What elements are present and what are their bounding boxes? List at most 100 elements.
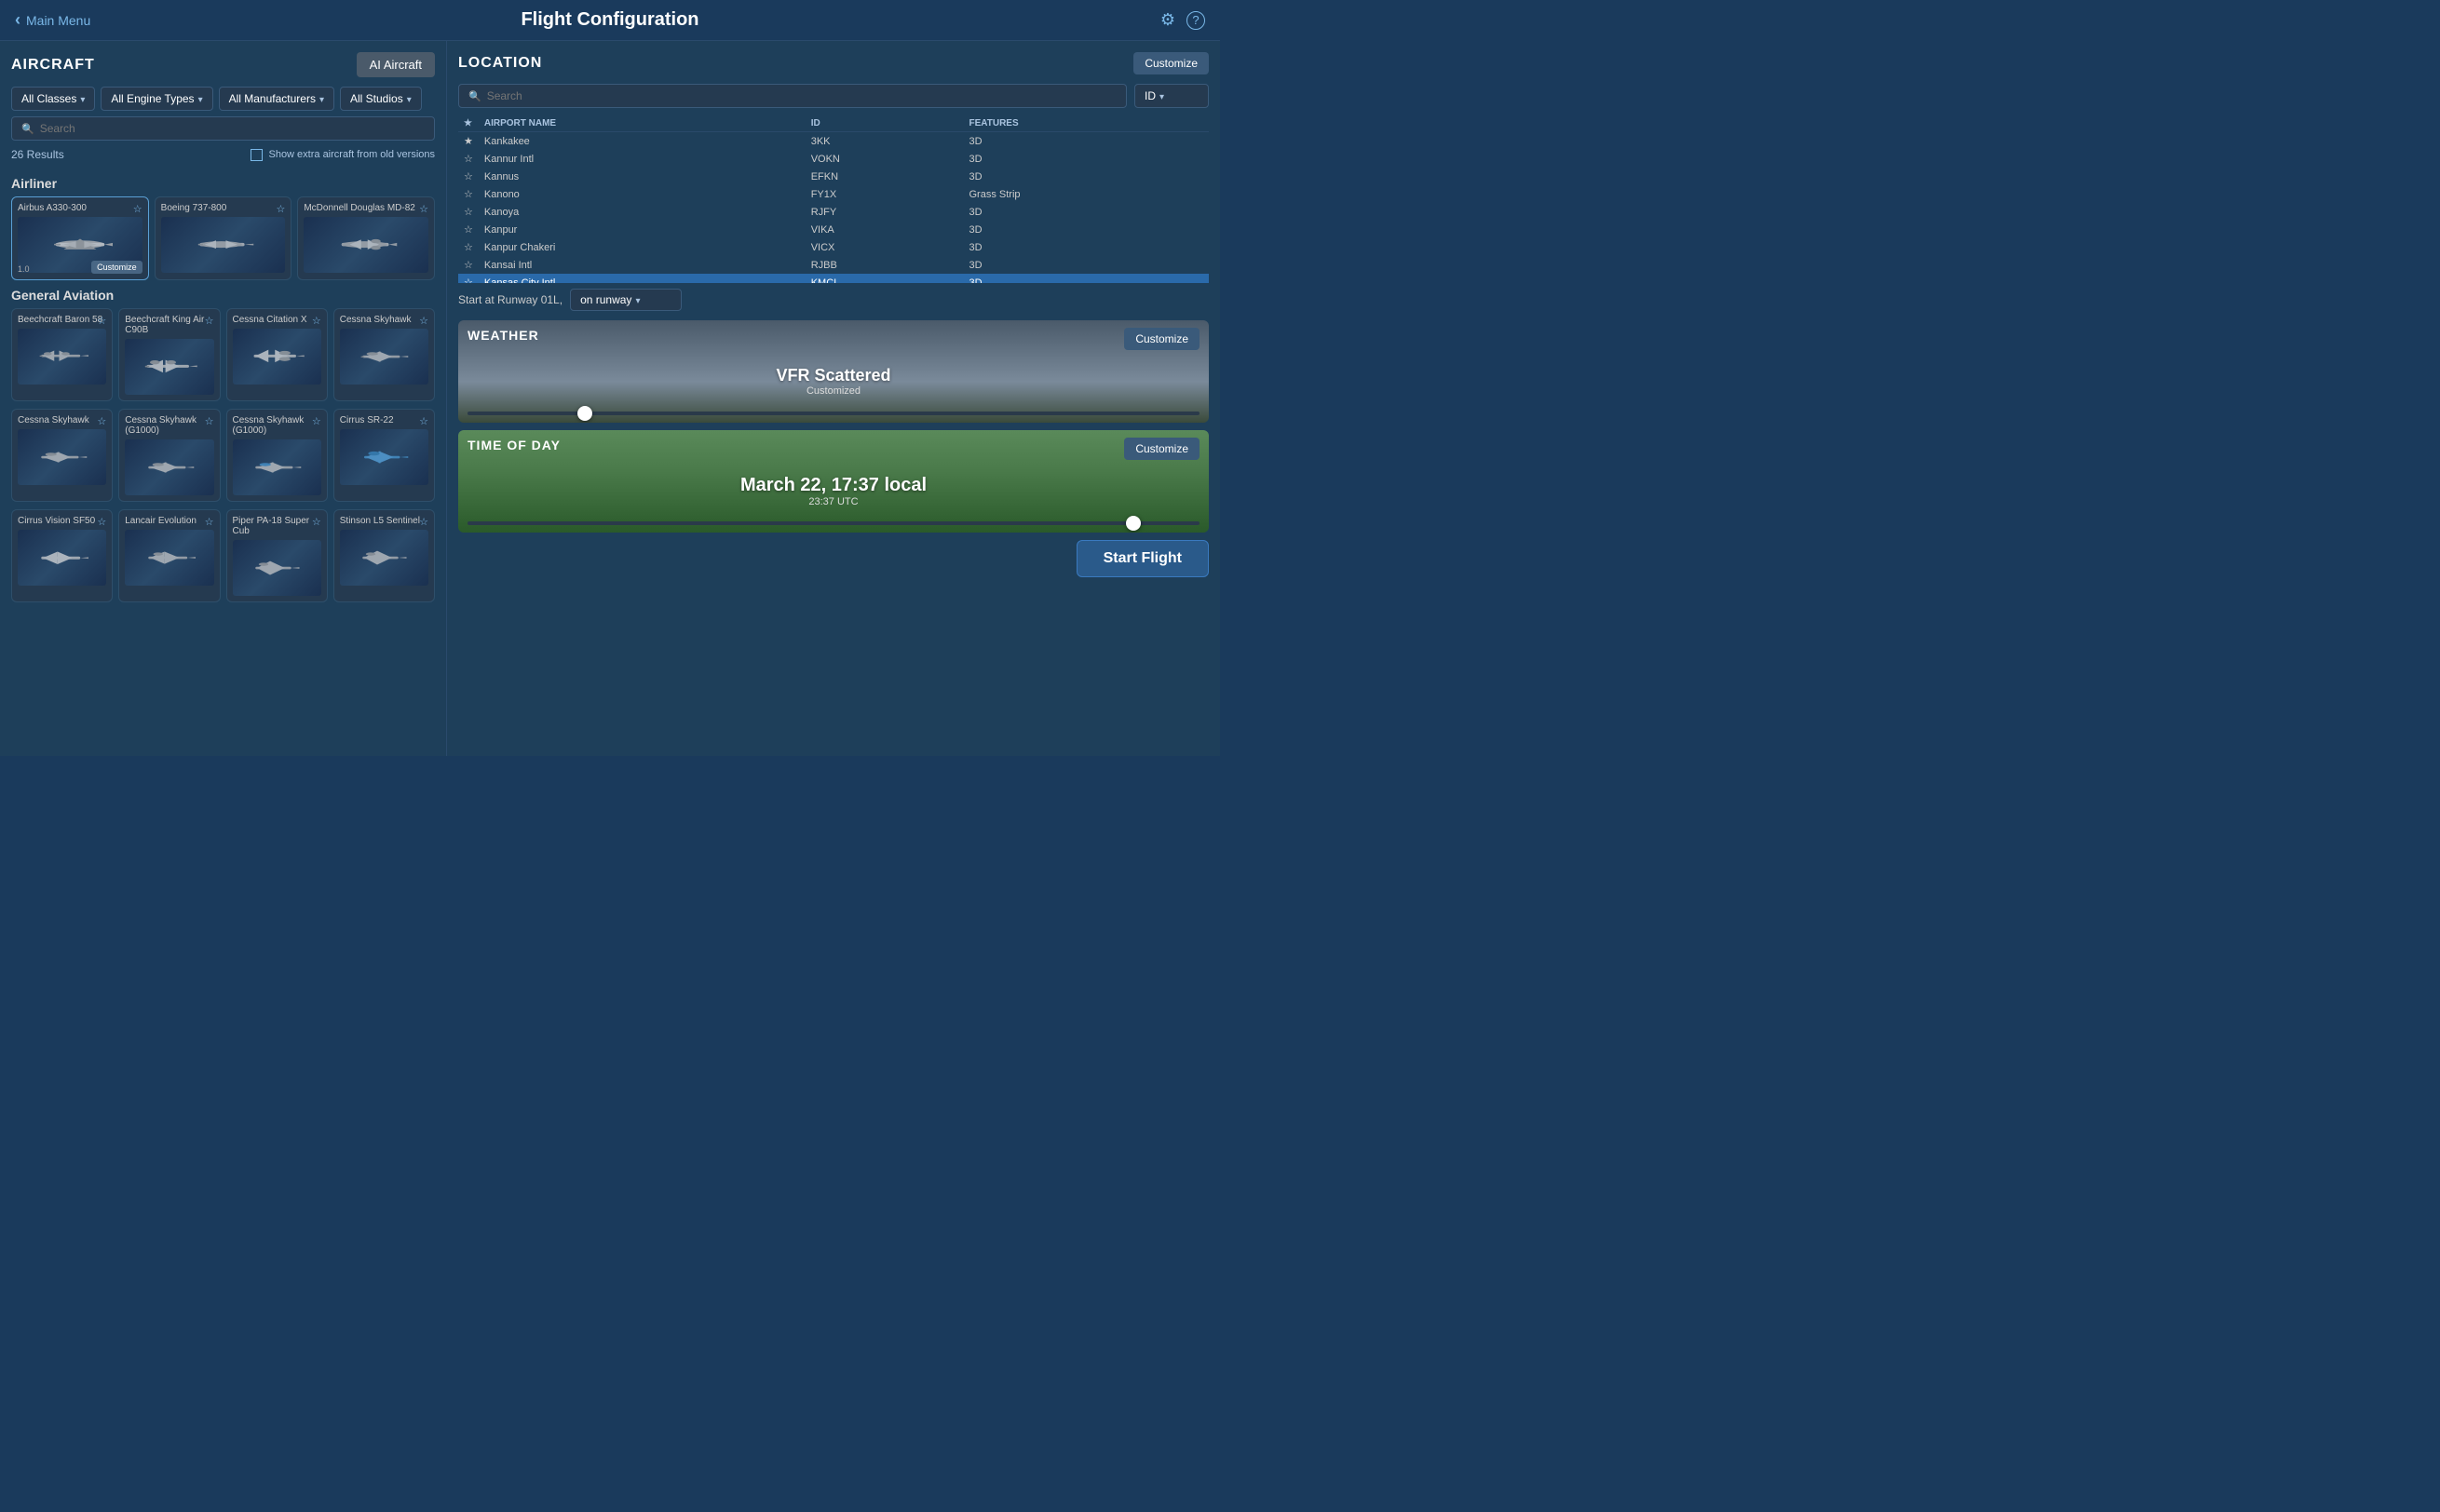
aircraft-card-piper-pa18[interactable]: Piper PA-18 Super Cub ☆ <box>226 509 328 602</box>
card-image <box>125 439 213 495</box>
engine-types-dropdown[interactable]: All Engine Types <box>101 87 212 111</box>
aircraft-panel-title: AIRCRAFT <box>11 57 95 74</box>
chevron-down-icon <box>198 92 203 105</box>
aircraft-card-stinson[interactable]: Stinson L5 Sentinel ☆ <box>333 509 435 602</box>
tod-slider[interactable] <box>468 521 1200 525</box>
aircraft-card-kingair[interactable]: Beechcraft King Air C90B <box>118 308 220 401</box>
favorite-icon[interactable]: ☆ <box>419 315 428 327</box>
runway-position-dropdown[interactable]: on runway <box>570 289 682 311</box>
aircraft-card-skyhawk-g1000-2[interactable]: Cessna Skyhawk (G1000) ☆ <box>226 409 328 502</box>
favorite-icon[interactable]: ☆ <box>312 415 321 427</box>
favorite-icon[interactable]: ☆ <box>97 315 106 327</box>
id-header: ID <box>806 115 964 132</box>
tod-slider-thumb[interactable] <box>1126 516 1141 531</box>
plane-illustration <box>47 226 113 263</box>
aircraft-card-skyhawk-2[interactable]: Cessna Skyhawk ☆ <box>11 409 113 502</box>
show-old-versions[interactable]: Show extra aircraft from old versions <box>251 149 435 161</box>
card-title: McDonnell Douglas MD-82 <box>304 203 428 213</box>
tod-top: TIME OF DAY Customize <box>468 438 1200 460</box>
aircraft-card-cirrus-sf50[interactable]: Cirrus Vision SF50 ☆ <box>11 509 113 602</box>
star-cell[interactable]: ☆ <box>458 185 479 203</box>
ai-aircraft-button[interactable]: AI Aircraft <box>357 52 435 77</box>
help-icon[interactable]: ? <box>1186 11 1205 30</box>
favorite-icon[interactable]: ☆ <box>312 516 321 528</box>
airport-table-row[interactable]: ☆ Kansai Intl RJBB 3D <box>458 256 1209 274</box>
favorite-icon[interactable]: ☆ <box>276 203 285 215</box>
manufacturers-dropdown[interactable]: All Manufacturers <box>219 87 334 111</box>
weather-slider[interactable] <box>468 412 1200 415</box>
favorite-icon[interactable]: ☆ <box>205 516 214 528</box>
right-panel: LOCATION Customize 🔍 ID ★ AIRPORT NAME <box>447 41 1220 756</box>
airport-table-row[interactable]: ★ Kankakee 3KK 3D <box>458 132 1209 151</box>
aircraft-card-skyhawk-1[interactable]: Cessna Skyhawk <box>333 308 435 401</box>
star-cell[interactable]: ☆ <box>458 150 479 168</box>
weather-slider-thumb[interactable] <box>577 406 592 421</box>
tod-customize-button[interactable]: Customize <box>1124 438 1200 460</box>
card-image <box>304 217 428 273</box>
aircraft-search-input[interactable] <box>40 122 425 135</box>
location-search-box[interactable]: 🔍 <box>458 84 1127 108</box>
star-cell[interactable]: ☆ <box>458 238 479 256</box>
studios-dropdown[interactable]: All Studios <box>340 87 422 111</box>
settings-icon[interactable]: ⚙ <box>1160 10 1175 30</box>
star-cell[interactable]: ★ <box>458 132 479 151</box>
plane-illustration <box>137 449 202 486</box>
favorite-icon[interactable]: ☆ <box>205 415 214 427</box>
aircraft-card-airbus-a330[interactable]: Airbus A330-300 <box>11 196 149 280</box>
aircraft-card-lancair[interactable]: Lancair Evolution ☆ <box>118 509 220 602</box>
aircraft-card-baron58[interactable]: Beechcraft Baron 58 <box>11 308 113 401</box>
location-customize-button[interactable]: Customize <box>1133 52 1209 74</box>
aircraft-search-box[interactable]: 🔍 <box>11 116 435 141</box>
star-cell[interactable]: ☆ <box>458 168 479 185</box>
star-cell[interactable]: ☆ <box>458 203 479 221</box>
weather-overlay: WEATHER Customize VFR Scattered Customiz… <box>458 320 1209 423</box>
favorite-icon[interactable]: ☆ <box>97 516 106 528</box>
general-aviation-grid-2: Cessna Skyhawk ☆ <box>11 409 435 502</box>
aircraft-card-cirrus-sr22[interactable]: Cirrus SR-22 ☆ <box>333 409 435 502</box>
airport-table-row[interactable]: ☆ Kanono FY1X Grass Strip <box>458 185 1209 203</box>
favorite-icon[interactable]: ☆ <box>419 415 428 427</box>
aircraft-card-skyhawk-g1000-1[interactable]: Cessna Skyhawk (G1000) ☆ <box>118 409 220 502</box>
time-of-day-panel: TIME OF DAY Customize March 22, 17:37 lo… <box>458 430 1209 533</box>
card-title: Lancair Evolution <box>125 516 213 526</box>
show-old-checkbox[interactable] <box>251 149 263 161</box>
favorite-icon[interactable]: ☆ <box>312 315 321 327</box>
aircraft-card-citation-x[interactable]: Cessna Citation X <box>226 308 328 401</box>
weather-customize-button[interactable]: Customize <box>1124 328 1200 350</box>
favorite-icon[interactable]: ☆ <box>419 516 428 528</box>
id-sort-dropdown[interactable]: ID <box>1134 84 1209 108</box>
airport-table-row[interactable]: ☆ Kanoya RJFY 3D <box>458 203 1209 221</box>
favorite-icon[interactable]: ☆ <box>205 315 214 327</box>
favorite-icon[interactable]: ☆ <box>133 203 142 215</box>
card-image <box>340 530 428 586</box>
airport-id-cell: RJBB <box>806 256 964 274</box>
location-search-input[interactable] <box>487 89 1117 102</box>
airport-table-row[interactable]: ☆ Kansas City Intl KMCI 3D <box>458 274 1209 283</box>
airport-id-cell: VIKA <box>806 221 964 238</box>
star-cell[interactable]: ☆ <box>458 274 479 283</box>
favorite-icon[interactable]: ☆ <box>419 203 428 215</box>
airport-id-cell: EFKN <box>806 168 964 185</box>
classes-dropdown[interactable]: All Classes <box>11 87 95 111</box>
card-image <box>18 429 106 485</box>
airport-table-row[interactable]: ☆ Kanpur Chakeri VICX 3D <box>458 238 1209 256</box>
favorite-icon[interactable]: ☆ <box>97 415 106 427</box>
start-flight-button[interactable]: Start Flight <box>1077 540 1209 577</box>
results-bar: 26 Results Show extra aircraft from old … <box>11 148 435 161</box>
back-button[interactable]: ‹ Main Menu <box>15 10 90 30</box>
star-cell[interactable]: ☆ <box>458 221 479 238</box>
aircraft-card-md82[interactable]: McDonnell Douglas MD-82 <box>297 196 435 280</box>
runway-label: Start at Runway 01L, <box>458 293 563 306</box>
aircraft-card-boeing-737[interactable]: Boeing 737-800 <box>155 196 292 280</box>
star-cell[interactable]: ☆ <box>458 256 479 274</box>
airport-table-row[interactable]: ☆ Kanpur VIKA 3D <box>458 221 1209 238</box>
airport-features-cell: 3D <box>964 168 1210 185</box>
category-general-aviation: General Aviation <box>11 288 435 303</box>
tod-time: March 22, 17:37 local <box>468 475 1200 496</box>
airport-table-row[interactable]: ☆ Kannur Intl VOKN 3D <box>458 150 1209 168</box>
customize-button[interactable]: Customize <box>91 261 142 274</box>
airport-name-header: AIRPORT NAME <box>479 115 806 132</box>
card-title: Cessna Skyhawk <box>18 415 106 425</box>
chevron-down-icon <box>80 92 85 105</box>
airport-table-row[interactable]: ☆ Kannus EFKN 3D <box>458 168 1209 185</box>
